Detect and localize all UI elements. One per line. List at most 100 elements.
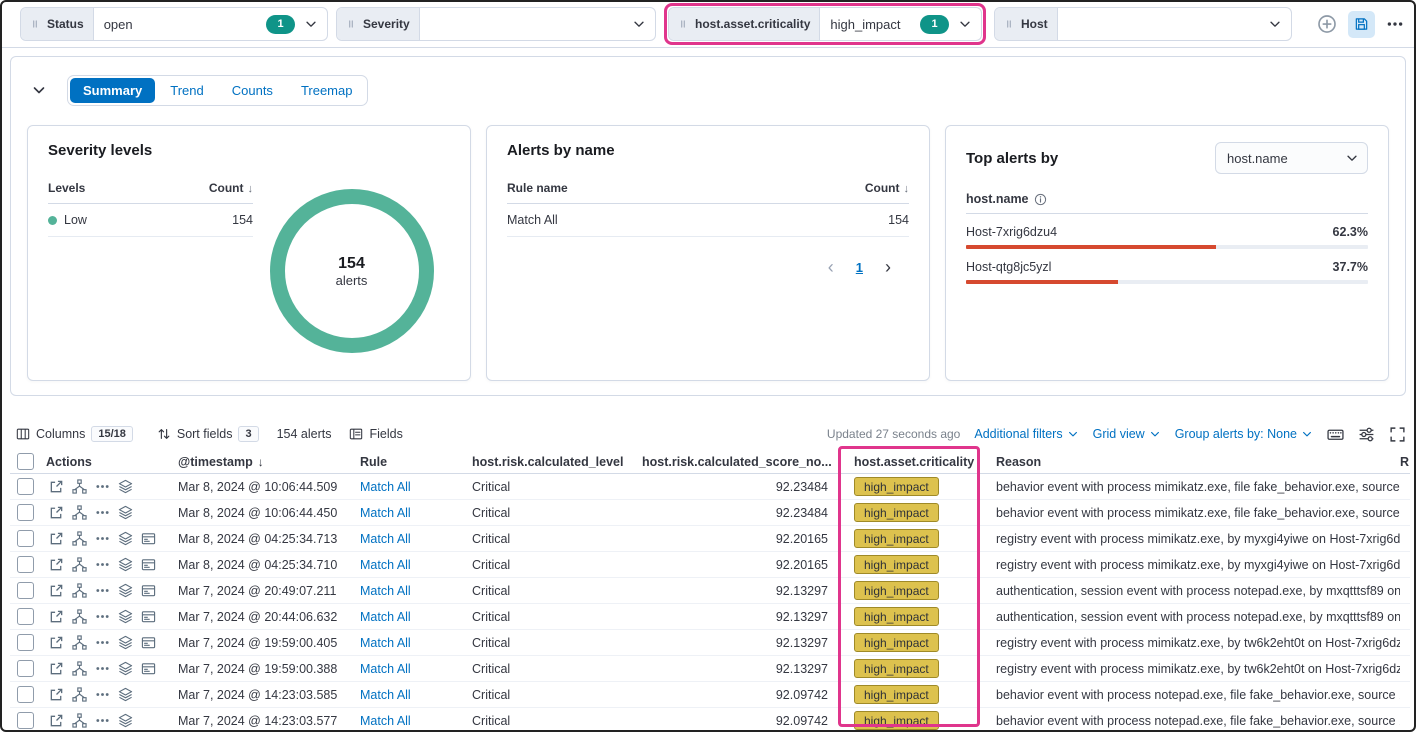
analyzer-icon[interactable] — [72, 687, 87, 702]
analyzer-icon[interactable] — [72, 583, 87, 598]
filter-set-menu-button[interactable] — [1386, 15, 1404, 33]
layers-icon[interactable] — [118, 661, 133, 676]
more-actions-icon[interactable] — [95, 635, 110, 650]
row-checkbox[interactable] — [17, 556, 34, 573]
expand-alert-icon[interactable] — [49, 531, 64, 546]
fields-button[interactable]: Fields — [349, 427, 402, 441]
session-view-icon[interactable] — [141, 609, 156, 624]
layers-icon[interactable] — [118, 505, 133, 520]
more-actions-icon[interactable] — [95, 609, 110, 624]
tab-counts[interactable]: Counts — [219, 78, 286, 103]
collapse-chevron-icon[interactable] — [31, 82, 47, 98]
layers-icon[interactable] — [118, 609, 133, 624]
expand-alert-icon[interactable] — [49, 557, 64, 572]
header-reason[interactable]: Reason — [996, 455, 1400, 469]
rule-link[interactable]: Match All — [360, 506, 411, 520]
expand-alert-icon[interactable] — [49, 687, 64, 702]
row-checkbox[interactable] — [17, 478, 34, 495]
filter-host[interactable]: Host — [994, 7, 1292, 41]
row-checkbox[interactable] — [17, 504, 34, 521]
row-checkbox[interactable] — [17, 530, 34, 547]
more-actions-icon[interactable] — [95, 557, 110, 572]
tab-summary[interactable]: Summary — [70, 78, 155, 103]
layers-icon[interactable] — [118, 687, 133, 702]
chevron-down-icon[interactable] — [632, 17, 646, 31]
additional-filters-button[interactable]: Additional filters — [974, 427, 1078, 441]
more-actions-icon[interactable] — [95, 531, 110, 546]
layers-icon[interactable] — [118, 713, 133, 728]
chevron-down-icon[interactable] — [1268, 17, 1282, 31]
filter-status[interactable]: Status open 1 — [20, 7, 328, 41]
more-actions-icon[interactable] — [95, 661, 110, 676]
layers-icon[interactable] — [118, 557, 133, 572]
rule-link[interactable]: Match All — [360, 610, 411, 624]
row-checkbox[interactable] — [17, 608, 34, 625]
expand-alert-icon[interactable] — [49, 635, 64, 650]
drag-handle-icon[interactable] — [1004, 17, 1014, 31]
info-icon[interactable] — [1034, 193, 1047, 206]
drag-handle-icon[interactable] — [346, 17, 356, 31]
rule-link[interactable]: Match All — [360, 662, 411, 676]
columns-button[interactable]: Columns 15/18 — [16, 426, 133, 442]
save-query-button[interactable] — [1348, 11, 1375, 38]
header-criticality[interactable]: host.asset.criticality — [836, 455, 996, 469]
prev-page-icon[interactable]: ‹ — [822, 257, 840, 277]
tab-trend[interactable]: Trend — [157, 78, 216, 103]
rule-link[interactable]: Match All — [360, 584, 411, 598]
chevron-down-icon[interactable] — [304, 17, 318, 31]
header-rule[interactable]: Rule — [360, 455, 472, 469]
expand-alert-icon[interactable] — [49, 505, 64, 520]
analyzer-icon[interactable] — [72, 661, 87, 676]
analyzer-icon[interactable] — [72, 557, 87, 572]
row-checkbox[interactable] — [17, 660, 34, 677]
expand-alert-icon[interactable] — [49, 583, 64, 598]
more-actions-icon[interactable] — [95, 505, 110, 520]
rule-link[interactable]: Match All — [360, 688, 411, 702]
analyzer-icon[interactable] — [72, 713, 87, 728]
more-actions-icon[interactable] — [95, 479, 110, 494]
count-header[interactable]: Count↓ — [865, 181, 909, 195]
analyzer-icon[interactable] — [72, 635, 87, 650]
expand-alert-icon[interactable] — [49, 479, 64, 494]
count-header[interactable]: Count↓ — [209, 181, 253, 195]
row-checkbox[interactable] — [17, 686, 34, 703]
session-view-icon[interactable] — [141, 557, 156, 572]
layers-icon[interactable] — [118, 479, 133, 494]
analyzer-icon[interactable] — [72, 479, 87, 494]
analyzer-icon[interactable] — [72, 531, 87, 546]
analyzer-icon[interactable] — [72, 609, 87, 624]
fullscreen-icon[interactable] — [1389, 426, 1406, 443]
chevron-down-icon[interactable] — [958, 17, 972, 31]
add-filter-button[interactable] — [1317, 14, 1337, 34]
page-number[interactable]: 1 — [856, 260, 863, 275]
top-alerts-field-select[interactable]: host.name — [1215, 142, 1368, 174]
layers-icon[interactable] — [118, 531, 133, 546]
row-checkbox[interactable] — [17, 582, 34, 599]
rule-link[interactable]: Match All — [360, 636, 411, 650]
expand-alert-icon[interactable] — [49, 661, 64, 676]
layers-icon[interactable] — [118, 635, 133, 650]
row-checkbox[interactable] — [17, 634, 34, 651]
header-risk-score[interactable]: host.risk.calculated_score_no... — [642, 455, 836, 469]
drag-handle-icon[interactable] — [678, 17, 688, 31]
select-all-checkbox[interactable] — [17, 453, 34, 470]
header-timestamp[interactable]: @timestamp↓ — [178, 455, 360, 469]
expand-alert-icon[interactable] — [49, 713, 64, 728]
next-page-icon[interactable]: › — [879, 257, 897, 277]
filter-severity[interactable]: Severity — [336, 7, 656, 41]
rule-link[interactable]: Match All — [360, 558, 411, 572]
session-view-icon[interactable] — [141, 661, 156, 676]
sort-fields-button[interactable]: Sort fields 3 — [157, 426, 259, 442]
session-view-icon[interactable] — [141, 583, 156, 598]
layers-icon[interactable] — [118, 583, 133, 598]
more-actions-icon[interactable] — [95, 687, 110, 702]
drag-handle-icon[interactable] — [30, 17, 40, 31]
header-risk-level[interactable]: host.risk.calculated_level — [472, 455, 642, 469]
filter-criticality[interactable]: host.asset.criticality high_impact 1 — [668, 7, 982, 41]
session-view-icon[interactable] — [141, 635, 156, 650]
rule-link[interactable]: Match All — [360, 480, 411, 494]
expand-alert-icon[interactable] — [49, 609, 64, 624]
grid-view-button[interactable]: Grid view — [1093, 427, 1161, 441]
more-actions-icon[interactable] — [95, 713, 110, 728]
tab-treemap[interactable]: Treemap — [288, 78, 366, 103]
